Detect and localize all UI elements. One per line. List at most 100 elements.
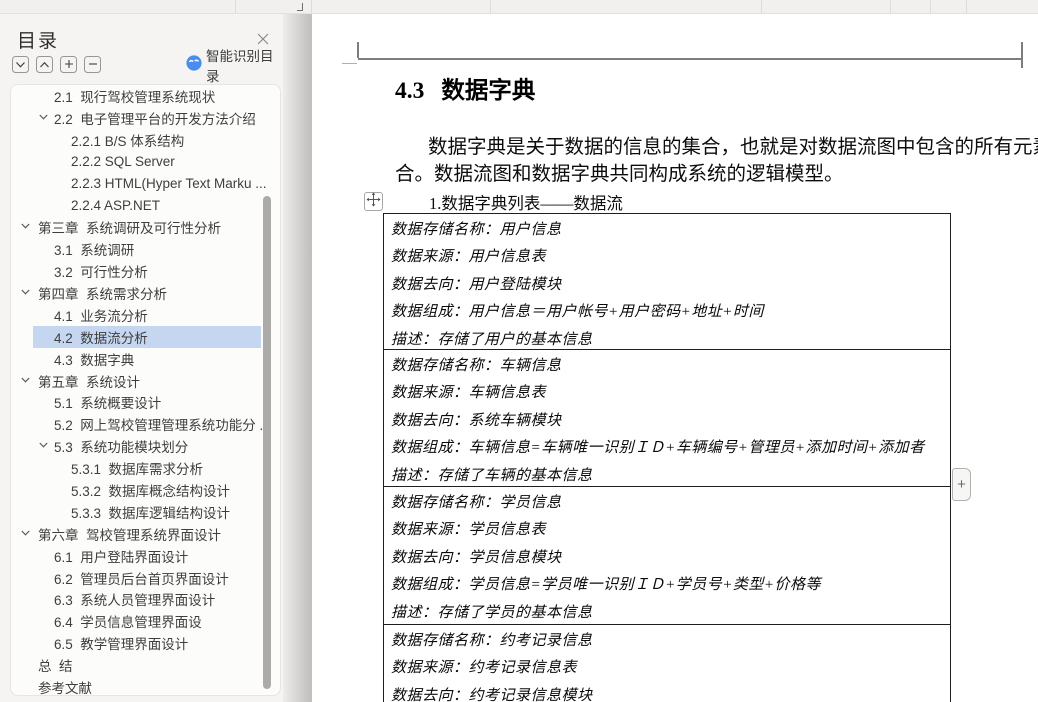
document-page: 4.3 数据字典 数据字典是关于数据的信息的集合，也就是对数据流图中包含的所有元素… [312, 14, 1038, 702]
toc-panel-title: 目录 [17, 31, 60, 52]
toc-item-label: 参考文献 [38, 680, 92, 696]
toc-item-label: 2.2.3 HTML(Hyper Text Marku ... [71, 176, 267, 191]
toc-item-label: 2.2.4 ASP.NET [71, 197, 161, 213]
toolbar-separator [490, 0, 491, 13]
expand-down-button[interactable] [12, 56, 29, 73]
toc-item-label: 3.2 可行性分析 [54, 265, 148, 281]
table-caption: 1.数据字典列表——数据流 [429, 194, 623, 213]
expand-all-button[interactable] [60, 56, 77, 73]
toc-item[interactable]: 4.1 业务流分析 [11, 304, 280, 326]
toc-item[interactable]: 5.1 系统概要设计 [11, 391, 280, 413]
table-cell-line: 数据去向：系统车辆模块 [391, 412, 562, 429]
toc-item-label: 4.2 数据流分析 [54, 330, 148, 346]
toc-scrollbar-thumb[interactable] [263, 196, 271, 689]
toc-item-label: 5.3.2 数据库概念结构设计 [71, 483, 231, 499]
chevron-down-icon[interactable] [21, 377, 30, 383]
panel-page-gutter [283, 14, 312, 702]
toc-item[interactable]: 5.3 系统功能模块划分 [11, 435, 280, 457]
toc-item[interactable]: 3.2 可行性分析 [11, 260, 280, 282]
toc-item[interactable]: 5.3.3 数据库逻辑结构设计 [11, 501, 280, 523]
toc-item-label: 5.2 网上驾校管理管理系统功能分 ... [54, 418, 271, 434]
toc-item[interactable]: 6.3 系统人员管理界面设计 [11, 588, 280, 610]
toc-item-label: 2.2 电子管理平台的开发方法介绍 [54, 111, 256, 127]
ruler-corner-mark [297, 3, 303, 11]
toc-item[interactable]: 总 结 [11, 654, 280, 676]
toc-item[interactable]: 5.3.1 数据库需求分析 [11, 457, 280, 479]
table-row: 数据存储名称：学员信息 数据来源：学员信息表 数据去向：学员信息模块 数据组成：学员信… [384, 487, 950, 625]
table-cell-line: 数据来源：用户信息表 [391, 249, 547, 266]
toc-list: 2.1 现行驾校管理系统现状 2.2 电子管理平台的开发方法介绍 2.2.1 B/S… [10, 84, 281, 696]
table-cell-line: 数据存储名称：学员信息 [391, 495, 562, 511]
toc-item-label: 5.1 系统概要设计 [54, 396, 162, 412]
toc-item-label: 总 结 [38, 659, 73, 675]
toc-item[interactable]: 第六章 驾校管理系统界面设计 [11, 523, 280, 545]
insert-row-button[interactable]: + [952, 468, 971, 501]
toc-item[interactable]: 2.2.1 B/S 体系结构 [11, 129, 280, 151]
toc-item[interactable]: 2.1 现行驾校管理系统现状 [11, 85, 280, 107]
data-dictionary-table: 数据存储名称：用户信息 数据来源：用户信息表 数据去向：用户登陆模块 数据组成：用户信… [383, 213, 951, 702]
toc-item[interactable]: 参考文献 [11, 676, 280, 696]
move-arrows-icon [366, 191, 381, 212]
table-cell-line: 描述：存储了用户的基本信息 [391, 331, 593, 348]
toc-item[interactable]: 5.2 网上驾校管理管理系统功能分 ... [11, 413, 280, 435]
toc-item-label: 6.4 学员信息管理界面设 [54, 615, 202, 631]
toolbar-strip [0, 0, 1038, 14]
chevron-down-icon[interactable] [39, 114, 48, 120]
toc-item[interactable]: 2.2.4 ASP.NET [11, 194, 280, 216]
table-cell-line: 数据存储名称：用户信息 [391, 222, 562, 238]
table-cell-line: 数据存储名称：约考记录信息 [391, 633, 593, 649]
margin-mark-right [1021, 42, 1023, 68]
toc-item-label: 4.3 数据字典 [54, 352, 135, 368]
chevron-down-icon[interactable] [21, 289, 30, 295]
section-number: 4.3 [395, 78, 425, 104]
toc-item[interactable]: 4.3 数据字典 [11, 348, 280, 370]
chevron-down-icon[interactable] [21, 223, 30, 230]
toc-item-label: 第四章 系统需求分析 [38, 286, 168, 302]
toc-item[interactable]: 6.5 教学管理界面设计 [11, 632, 280, 654]
toc-item[interactable]: 5.3.2 数据库概念结构设计 [11, 479, 280, 501]
toc-item-label: 6.2 管理员后台首页界面设计 [54, 571, 229, 587]
toc-item[interactable]: 第三章 系统调研及可行性分析 [11, 216, 280, 238]
toc-item-label: 第六章 驾校管理系统界面设计 [38, 527, 222, 543]
toolbar-separator [761, 0, 762, 13]
toc-item[interactable]: 6.2 管理员后台首页界面设计 [11, 567, 280, 589]
table-cell-line: 描述：存储了车辆的基本信息 [391, 467, 593, 484]
collapse-all-button[interactable] [84, 56, 101, 73]
toc-item[interactable]: 6.4 学员信息管理界面设 [11, 610, 280, 632]
app-window: 目录 智能识别目录 2.1 现行驾校管理系统现状 2.2 电子管理平台的开发方法… [0, 0, 1038, 702]
table-cell-line: 数据组成：车辆信息=车辆唯一识别ＩＤ+车辆编号+管理员+添加时间+添加者 [391, 440, 925, 457]
ai-assistant-icon [186, 54, 202, 76]
toc-item[interactable]: 第四章 系统需求分析 [11, 282, 280, 304]
table-row: 数据存储名称：用户信息 数据来源：用户信息表 数据去向：用户登陆模块 数据组成：用户信… [384, 214, 950, 350]
toc-item-label: 4.1 业务流分析 [54, 308, 148, 324]
toolbar-separator [235, 0, 236, 13]
chevron-down-icon [15, 56, 26, 74]
toc-item[interactable]: 2.2 电子管理平台的开发方法介绍 [11, 107, 280, 129]
toc-item-label: 第三章 系统调研及可行性分析 [38, 221, 222, 237]
toc-toolbar: 智能识别目录 [0, 49, 283, 84]
toolbar-separator [890, 0, 891, 13]
chevron-down-icon[interactable] [21, 530, 30, 536]
toc-item-label: 5.3 系统功能模块划分 [54, 440, 189, 456]
toc-item[interactable]: 6.1 用户登陆界面设计 [11, 545, 280, 567]
toc-item[interactable]: 2.2.3 HTML(Hyper Text Marku ... [11, 173, 280, 195]
collapse-up-button[interactable] [36, 56, 53, 73]
toc-item-label: 6.5 教学管理界面设计 [54, 637, 189, 653]
smart-toc-button[interactable]: 智能识别目录 [186, 49, 283, 84]
toc-item[interactable]: 2.2.2 SQL Server [11, 151, 280, 173]
page-header-line [358, 58, 1022, 60]
toc-item-label: 5.3.3 数据库逻辑结构设计 [71, 505, 231, 521]
smart-toc-label: 智能识别目录 [206, 49, 274, 84]
toc-item-label: 第五章 系统设计 [38, 374, 141, 390]
toc-item[interactable]: 4.2 数据流分析 [11, 325, 280, 348]
toc-item[interactable]: 第五章 系统设计 [11, 370, 280, 392]
toc-item-label: 5.3.1 数据库需求分析 [71, 462, 204, 478]
table-cell-line: 数据来源：车辆信息表 [391, 385, 547, 402]
table-move-handle[interactable] [364, 191, 383, 212]
table-cell-line: 数据组成：学员信息=学员唯一识别ＩＤ+学员号+类型+价格等 [391, 577, 821, 594]
toc-item-label: 2.2.2 SQL Server [71, 154, 175, 170]
toc-item-label: 2.1 现行驾校管理系统现状 [54, 89, 216, 105]
chevron-down-icon[interactable] [39, 442, 48, 448]
toc-item[interactable]: 3.1 系统调研 [11, 238, 280, 260]
table-cell-line: 数据存储名称：车辆信息 [391, 358, 562, 374]
